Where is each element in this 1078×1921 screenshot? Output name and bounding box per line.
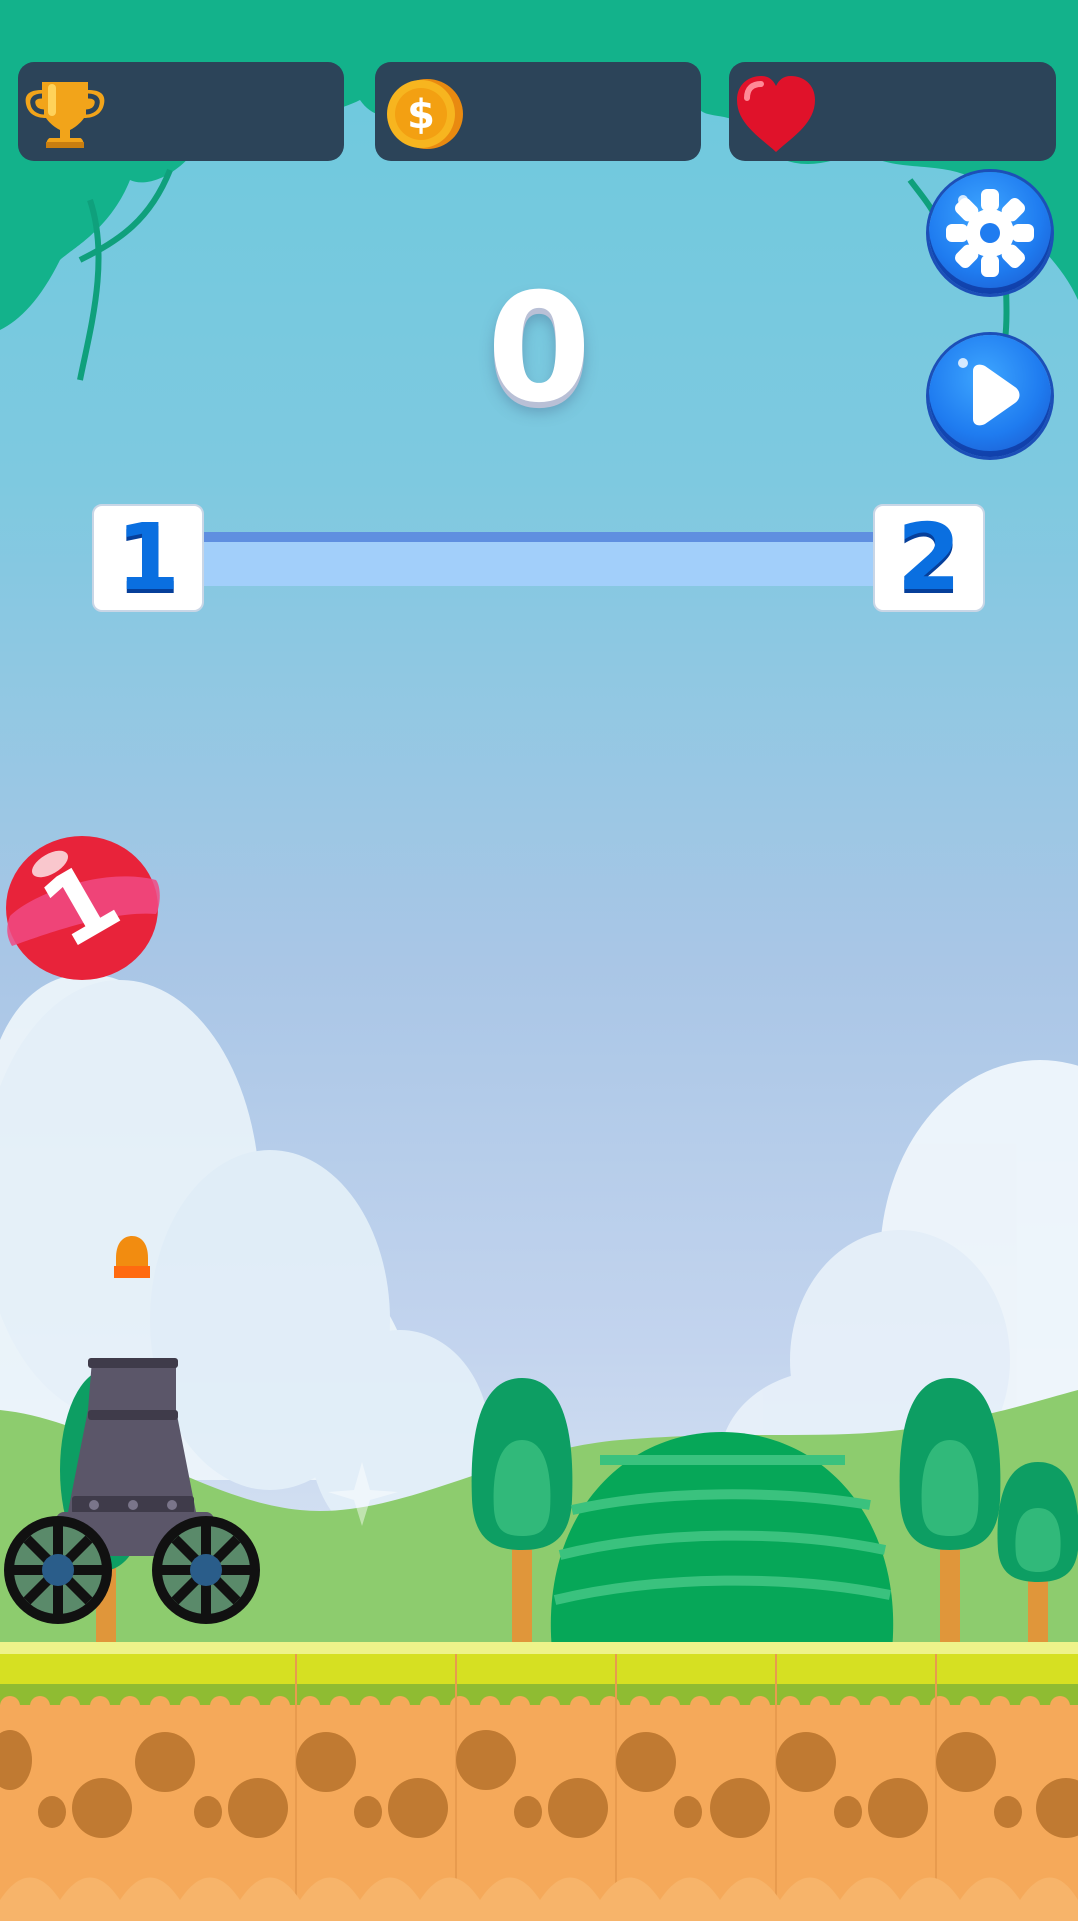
coins-panel: $ — [375, 62, 701, 161]
trophy-panel — [18, 62, 344, 161]
next-level-badge: 2 — [873, 504, 985, 612]
cannon-wheel-right — [152, 1516, 260, 1624]
lives-panel — [729, 62, 1056, 161]
heart-icon — [737, 76, 815, 152]
level-progress-bar — [200, 532, 876, 586]
trophy-icon — [25, 82, 105, 148]
ground — [0, 1642, 1078, 1921]
current-level-badge: 1 — [92, 504, 204, 612]
number-ball[interactable]: 1 — [0, 826, 170, 986]
score-display: 0 — [486, 262, 592, 436]
cannon-shell — [114, 1236, 150, 1278]
coin-icon: $ — [387, 79, 463, 149]
cannon-wheel-left — [4, 1516, 112, 1624]
bush-dome — [550, 1432, 894, 1650]
level-progress-highlight — [200, 532, 876, 542]
cannon[interactable] — [0, 1222, 270, 1632]
svg-text:$: $ — [407, 92, 435, 138]
